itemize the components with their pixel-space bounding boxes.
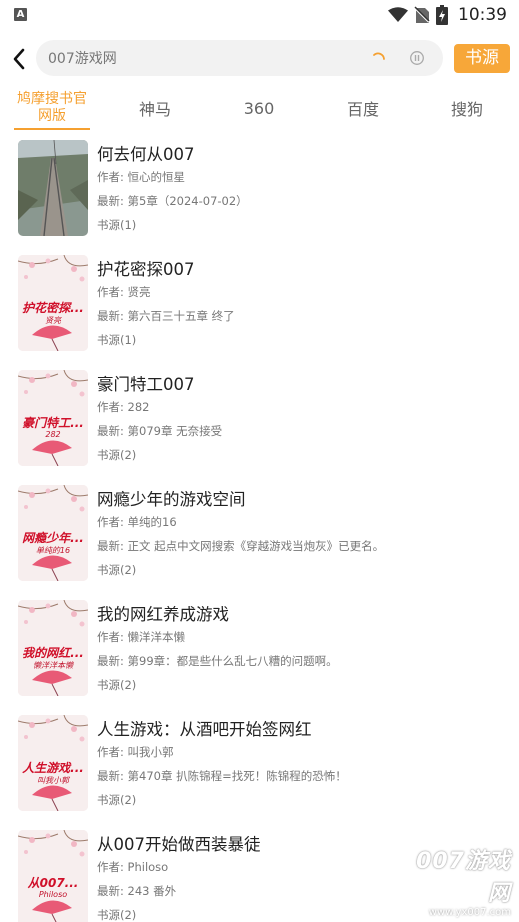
search-box[interactable] xyxy=(36,40,443,76)
pause-icon[interactable] xyxy=(409,50,425,66)
book-latest-chapter: 最新: 243 番外 xyxy=(97,884,177,898)
book-title: 何去何从007 xyxy=(97,145,195,164)
battery-charging-icon xyxy=(436,5,448,25)
book-author: 作者: 282 xyxy=(97,400,150,414)
back-arrow-icon xyxy=(13,48,25,70)
book-title: 网瘾少年的游戏空间 xyxy=(97,490,246,509)
book-author: 作者: 贤亮 xyxy=(97,285,151,299)
book-source-count: 书源(1) xyxy=(97,218,137,232)
cover-title: 护花密探... xyxy=(22,301,84,315)
book-latest-chapter: 最新: 第5章（2024-07-02） xyxy=(97,194,248,208)
book-cover: 护花密探... 贤亮 xyxy=(18,255,88,351)
search-engine-tabs: 鸠摩搜书官网版 神马 360 百度 搜狗 xyxy=(0,86,519,132)
book-latest-chapter: 最新: 正文 起点中文网搜索《穿越游戏当炮灰》已更名。 xyxy=(97,539,385,553)
wifi-icon xyxy=(388,7,408,22)
list-item[interactable]: 网瘾少年... 单纯的16 网瘾少年的游戏空间 作者: 单纯的16 最新: 正文… xyxy=(0,483,519,593)
list-item[interactable]: 人生游戏... 叫我小郭 人生游戏：从酒吧开始签网红 作者: 叫我小郭 最新: … xyxy=(0,713,519,823)
cover-author: Philoso xyxy=(38,890,68,899)
watermark-url: www.yx007.com xyxy=(428,907,511,918)
book-title: 豪门特工007 xyxy=(97,375,195,394)
status-indicators: 10:39 xyxy=(388,4,507,26)
book-latest-chapter: 最新: 第99章：都是些什么乱七八糟的问题啊。 xyxy=(97,654,338,668)
list-item[interactable]: 护花密探... 贤亮 护花密探007 作者: 贤亮 最新: 第六百三十五章 终了… xyxy=(0,253,519,363)
book-title: 护花密探007 xyxy=(97,260,195,279)
book-cover: 从007... Philoso xyxy=(18,830,88,922)
book-source-count: 书源(2) xyxy=(97,793,137,807)
tab-360[interactable]: 360 xyxy=(224,86,294,130)
clock: 10:39 xyxy=(458,5,507,25)
book-author: 作者: 单纯的16 xyxy=(97,515,177,529)
book-cover xyxy=(18,140,88,236)
search-input[interactable] xyxy=(48,40,348,76)
cover-author: 单纯的16 xyxy=(35,546,71,555)
book-cover: 豪门特工... 282 xyxy=(18,370,88,466)
loading-spinner-icon xyxy=(373,52,385,60)
cover-title: 豪门特工... xyxy=(22,416,84,430)
list-item[interactable]: 豪门特工... 282 豪门特工007 作者: 282 最新: 第079章 无奈… xyxy=(0,368,519,478)
app-notification-icon: A xyxy=(14,8,27,21)
book-source-count: 书源(1) xyxy=(97,333,137,347)
book-author: 作者: Philoso xyxy=(97,860,169,874)
cover-title: 从007... xyxy=(27,876,79,890)
no-sim-icon xyxy=(414,6,430,23)
book-latest-chapter: 最新: 第079章 无奈接受 xyxy=(97,424,223,438)
cover-author: 282 xyxy=(45,430,61,439)
book-source-count: 书源(2) xyxy=(97,563,137,577)
status-bar: A 10:39 xyxy=(0,0,519,30)
book-source-count: 书源(2) xyxy=(97,908,137,922)
tab-shenma[interactable]: 神马 xyxy=(120,86,190,130)
tab-sogou[interactable]: 搜狗 xyxy=(432,86,502,130)
book-cover: 网瘾少年... 单纯的16 xyxy=(18,485,88,581)
active-tab-indicator xyxy=(14,128,90,130)
book-title: 人生游戏：从酒吧开始签网红 xyxy=(97,720,312,739)
cover-title: 网瘾少年... xyxy=(22,531,84,545)
book-author: 作者: 恒心的恒星 xyxy=(97,170,186,184)
list-item[interactable]: 我的网红... 懒洋洋本懒 我的网红养成游戏 作者: 懒洋洋本懒 最新: 第99… xyxy=(0,598,519,708)
site-watermark: 007游戏网 www.yx007.com xyxy=(401,843,511,918)
book-latest-chapter: 最新: 第六百三十五章 终了 xyxy=(97,309,235,323)
cover-author: 叫我小郭 xyxy=(37,776,69,785)
railway-photo xyxy=(18,140,88,236)
book-author: 作者: 懒洋洋本懒 xyxy=(97,630,186,644)
book-cover: 我的网红... 懒洋洋本懒 xyxy=(18,600,88,696)
back-button[interactable] xyxy=(6,44,32,74)
book-title: 我的网红养成游戏 xyxy=(97,605,229,624)
search-header: 书源 xyxy=(0,38,519,80)
book-title: 从007开始做西装暴徒 xyxy=(97,835,261,854)
book-cover: 人生游戏... 叫我小郭 xyxy=(18,715,88,811)
cover-title: 人生游戏... xyxy=(22,761,84,775)
cover-author: 懒洋洋本懒 xyxy=(33,661,73,670)
book-latest-chapter: 最新: 第470章 扒陈锦程=找死！陈锦程的恐怖！ xyxy=(97,769,347,783)
list-item[interactable]: 何去何从007 作者: 恒心的恒星 最新: 第5章（2024-07-02） 书源… xyxy=(0,138,519,248)
tab-jiumo[interactable]: 鸠摩搜书官网版 xyxy=(14,86,90,130)
watermark-logo: 007游戏网 xyxy=(416,849,511,906)
book-author: 作者: 叫我小郭 xyxy=(97,745,174,759)
book-source-button[interactable]: 书源 xyxy=(454,44,510,73)
cover-author: 贤亮 xyxy=(45,316,61,325)
tab-baidu[interactable]: 百度 xyxy=(328,86,398,130)
book-source-count: 书源(2) xyxy=(97,678,137,692)
book-source-count: 书源(2) xyxy=(97,448,137,462)
cover-title: 我的网红... xyxy=(22,646,84,660)
